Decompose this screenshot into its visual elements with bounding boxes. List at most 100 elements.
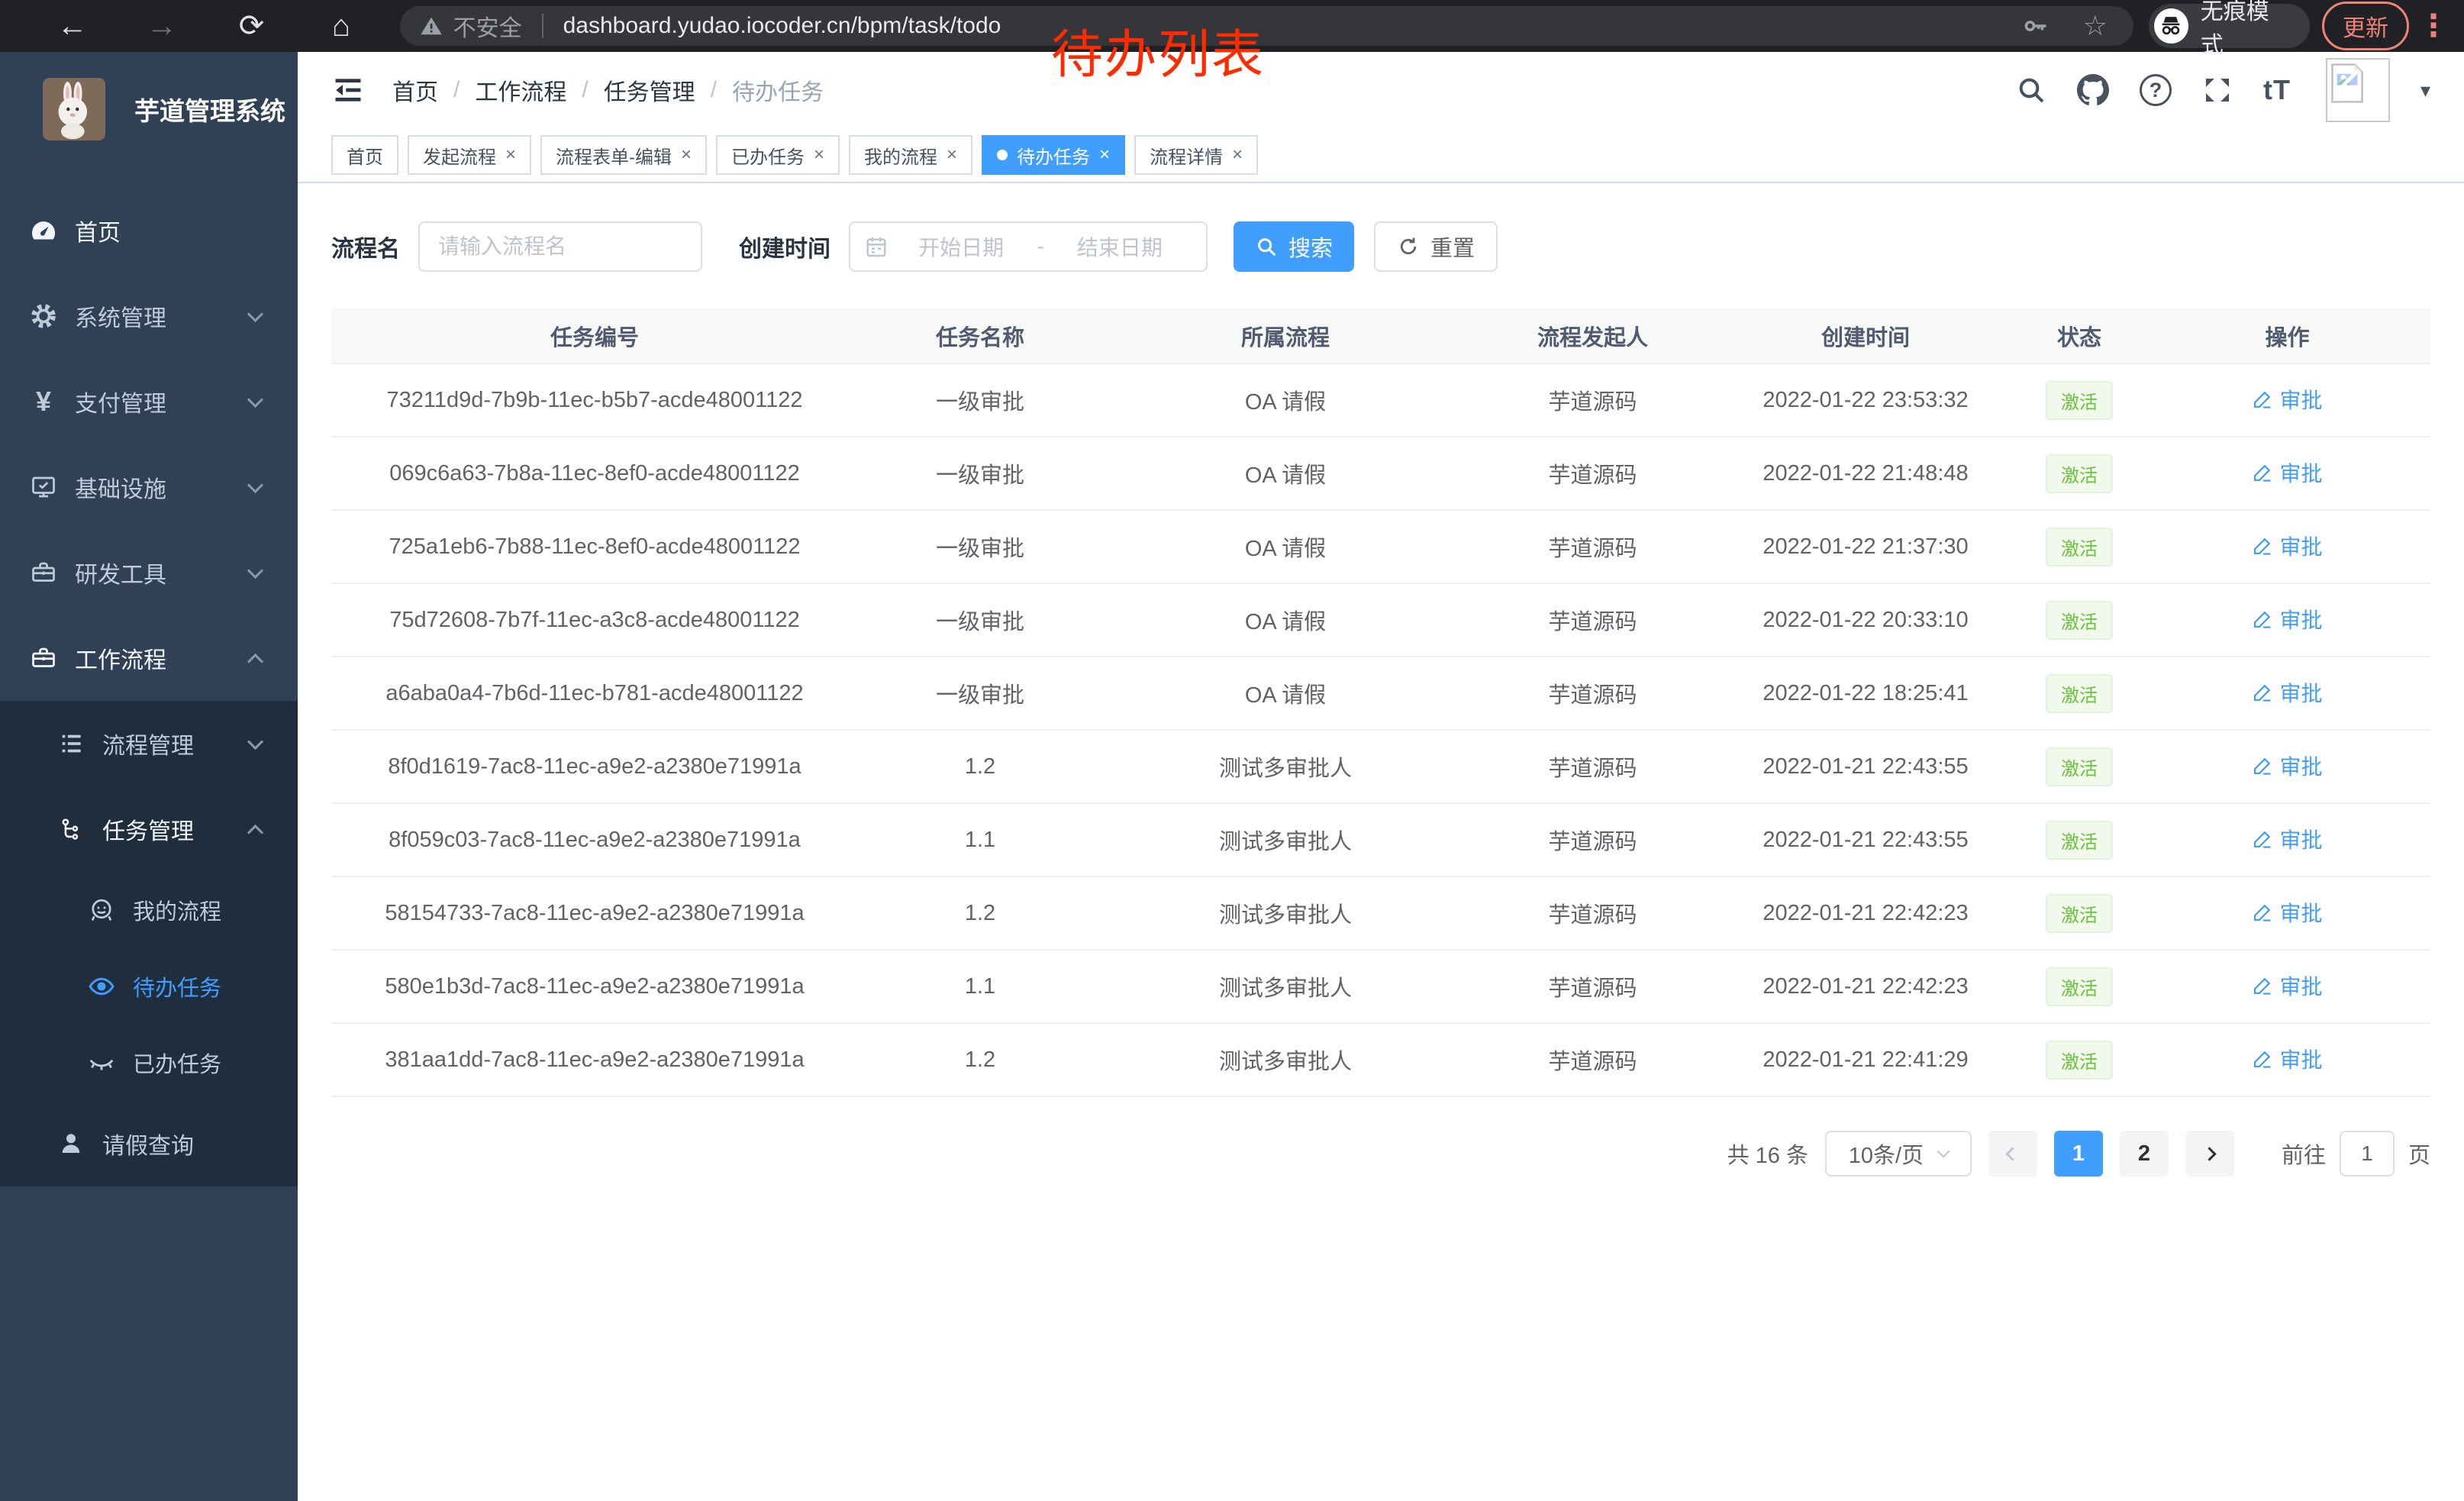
table-row: 580e1b3d-7ac8-11ec-a9e2-a2380e71991a 1.1… — [331, 950, 2430, 1023]
approve-link[interactable]: 审批 — [2252, 384, 2322, 415]
dashboard-icon — [27, 216, 60, 245]
prev-page-button[interactable] — [1988, 1131, 2037, 1177]
sidebar-item-workflow[interactable]: 工作流程 — [0, 615, 298, 701]
tab-process-form-edit[interactable]: 流程表单-编辑 × — [540, 135, 707, 175]
col-created: 创建时间 — [1717, 308, 2014, 363]
toolbox-icon — [27, 559, 60, 586]
tab-home[interactable]: 首页 — [331, 135, 398, 175]
page-button-2[interactable]: 2 — [2120, 1131, 2169, 1177]
github-icon[interactable] — [2077, 74, 2109, 106]
breadcrumb-home[interactable]: 首页 — [392, 73, 438, 107]
approve-link[interactable]: 审批 — [2252, 604, 2322, 634]
sidebar-fold-icon[interactable] — [331, 73, 365, 107]
close-icon[interactable]: × — [814, 146, 824, 164]
sidebar-item-system[interactable]: 系统管理 — [0, 273, 298, 359]
approve-link[interactable]: 审批 — [2252, 531, 2322, 561]
chevron-down-icon — [247, 305, 263, 321]
goto-page-input[interactable] — [2340, 1131, 2395, 1177]
breadcrumb-task-management[interactable]: 任务管理 — [604, 73, 695, 107]
close-icon[interactable]: × — [681, 146, 692, 164]
breadcrumb-workflow[interactable]: 工作流程 — [475, 73, 566, 107]
tags-view: 首页 发起流程 × 流程表单-编辑 × 已办任务 × 我的流程 × 待办任务 × — [298, 128, 2464, 183]
incognito-label: 无痕模式 — [2201, 0, 2290, 60]
fullscreen-icon[interactable] — [2202, 75, 2233, 105]
status-badge: 激活 — [2046, 674, 2113, 713]
table-row: 381aa1dd-7ac8-11ec-a9e2-a2380e71991a 1.2… — [331, 1023, 2430, 1096]
approve-link[interactable]: 审批 — [2252, 1044, 2322, 1074]
status-badge: 激活 — [2046, 747, 2113, 786]
sidebar: 芋道管理系统 首页 系统管理 ¥ 支付管理 — [0, 52, 298, 1501]
sidebar-item-done-tasks[interactable]: 已办任务 — [0, 1025, 298, 1101]
goto-unit: 页 — [2408, 1138, 2430, 1170]
status-badge: 激活 — [2046, 1041, 2113, 1080]
next-page-button[interactable] — [2185, 1131, 2234, 1177]
update-button[interactable]: 更新 — [2322, 2, 2409, 50]
sidebar-item-leave-query[interactable]: 请假查询 — [0, 1101, 298, 1186]
bookmark-star-icon[interactable]: ☆ — [2083, 10, 2108, 42]
browser-menu-icon[interactable]: ⋮ — [2418, 3, 2449, 49]
browser-back-icon[interactable]: ← — [27, 0, 117, 52]
page-button-1[interactable]: 1 — [2054, 1131, 2103, 1177]
browser-reload-icon[interactable]: ⟳ — [207, 0, 296, 52]
close-icon[interactable]: × — [505, 146, 516, 164]
font-size-icon[interactable]: tT — [2263, 74, 2291, 106]
browser-home-icon[interactable]: ⌂ — [296, 0, 385, 52]
chevron-down-icon — [247, 562, 263, 578]
tab-start-process[interactable]: 发起流程 × — [408, 135, 531, 175]
approve-link[interactable]: 审批 — [2252, 677, 2322, 708]
address-bar[interactable]: 不安全 dashboard.yudao.iocoder.cn/bpm/task/… — [400, 6, 2133, 46]
list-tree-icon — [55, 731, 87, 757]
pagination: 共 16 条 10条/页 1 2 前往 页 — [331, 1131, 2430, 1222]
status-badge: 激活 — [2046, 601, 2113, 640]
sidebar-item-payment[interactable]: ¥ 支付管理 — [0, 359, 298, 444]
tab-todo-tasks[interactable]: 待办任务 × — [982, 135, 1125, 175]
approve-link[interactable]: 审批 — [2252, 750, 2322, 781]
sidebar-item-process-management[interactable]: 流程管理 — [0, 701, 298, 786]
table-row: 069c6a63-7b8a-11ec-8ef0-acde48001122 一级审… — [331, 437, 2430, 510]
avatar-caret-icon[interactable]: ▾ — [2420, 79, 2430, 102]
tab-done-tasks[interactable]: 已办任务 × — [716, 135, 840, 175]
navbar: 首页 / 工作流程 / 任务管理 / 待办任务 ? tT — [298, 52, 2464, 128]
status-badge: 激活 — [2046, 381, 2113, 420]
approve-link[interactable]: 审批 — [2252, 824, 2322, 854]
close-icon[interactable]: × — [1099, 146, 1110, 164]
search-icon[interactable] — [2016, 75, 2046, 105]
approve-link[interactable]: 审批 — [2252, 897, 2322, 928]
approve-link[interactable]: 审批 — [2252, 970, 2322, 1001]
chevron-up-icon — [247, 824, 263, 840]
url-text[interactable]: dashboard.yudao.iocoder.cn/bpm/task/todo — [563, 13, 2022, 39]
process-name-input[interactable] — [418, 221, 702, 272]
chevron-down-icon — [247, 391, 263, 407]
table-row: a6aba0a4-7b6d-11ec-b781-acde48001122 一级审… — [331, 657, 2430, 730]
sidebar-item-todo-tasks[interactable]: 待办任务 — [0, 948, 298, 1025]
sidebar-item-my-process[interactable]: 我的流程 — [0, 872, 298, 948]
close-icon[interactable]: × — [947, 146, 957, 164]
col-actions: 操作 — [2144, 308, 2430, 363]
page-size-select[interactable]: 10条/页 — [1825, 1131, 1972, 1177]
table-row: 8f059c03-7ac8-11ec-a9e2-a2380e71991a 1.1… — [331, 803, 2430, 876]
end-date-placeholder[interactable]: 结束日期 — [1047, 231, 1192, 262]
approve-link[interactable]: 审批 — [2252, 457, 2322, 488]
workflow-submenu: 流程管理 任务管理 我的流程 — [0, 701, 298, 1186]
tab-process-detail[interactable]: 流程详情 × — [1134, 135, 1258, 175]
date-range-picker[interactable]: 开始日期 - 结束日期 — [849, 221, 1208, 272]
start-date-placeholder[interactable]: 开始日期 — [889, 231, 1034, 262]
close-icon[interactable]: × — [1232, 146, 1243, 164]
search-button[interactable]: 搜索 — [1234, 221, 1354, 272]
sidebar-item-home[interactable]: 首页 — [0, 188, 298, 273]
sidebar-item-task-management[interactable]: 任务管理 — [0, 786, 298, 872]
table-row: 73211d9d-7b9b-11ec-b5b7-acde48001122 一级审… — [331, 363, 2430, 437]
browser-forward-icon[interactable]: → — [117, 0, 206, 52]
calendar-icon — [864, 234, 889, 259]
status-badge: 激活 — [2046, 454, 2113, 493]
sidebar-item-infrastructure[interactable]: 基础设施 — [0, 444, 298, 530]
avatar[interactable] — [2326, 58, 2390, 122]
help-icon[interactable]: ? — [2140, 74, 2172, 106]
sidebar-item-dev-tools[interactable]: 研发工具 — [0, 530, 298, 615]
security-label[interactable]: 不安全 — [453, 9, 522, 43]
eye-open-icon — [85, 972, 118, 1001]
range-separator: - — [1034, 234, 1047, 259]
tab-my-process[interactable]: 我的流程 × — [849, 135, 972, 175]
reset-button[interactable]: 重置 — [1374, 221, 1498, 272]
key-icon[interactable] — [2022, 12, 2050, 40]
